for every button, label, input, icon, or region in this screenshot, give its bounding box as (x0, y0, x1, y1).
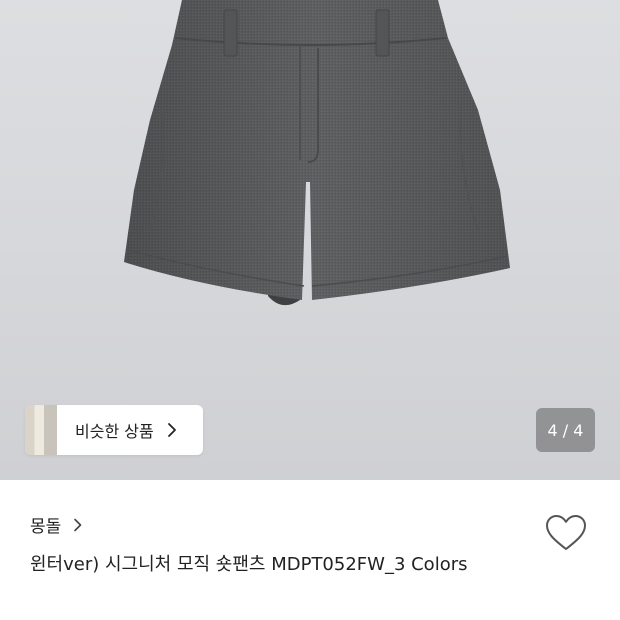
similar-products-label: 비슷한 상품 (75, 422, 154, 441)
similar-product-thumbnail (25, 405, 57, 455)
product-title: 윈터ver) 시그니처 모직 숏팬츠 MDPT052FW_3 Colors (30, 554, 468, 575)
chevron-right-icon (74, 518, 82, 531)
product-image-gallery[interactable]: 비슷한 상품 4 / 4 (0, 0, 620, 480)
chevron-right-icon (167, 423, 176, 437)
heart-outline-icon[interactable] (545, 514, 587, 552)
brand-link[interactable]: 몽돌 (30, 512, 85, 537)
similar-products-button[interactable]: 비슷한 상품 (25, 405, 203, 455)
brand-name: 몽돌 (30, 517, 62, 537)
image-counter-badge: 4 / 4 (536, 408, 595, 452)
